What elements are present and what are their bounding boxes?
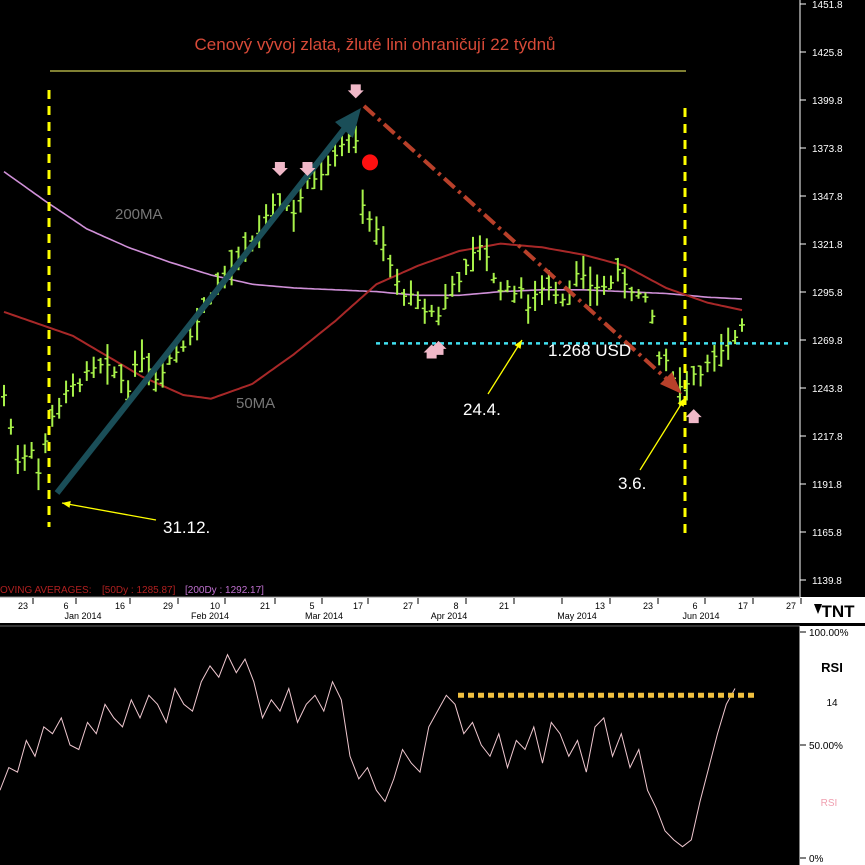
background (0, 0, 865, 865)
logo-text: TNT (821, 602, 855, 621)
y-tick-label: 1191.8 (812, 480, 842, 491)
ma50-label: 50MA (236, 395, 275, 412)
day-tick-label: 5 (309, 601, 314, 611)
y-tick-label: 1399.8 (812, 96, 843, 107)
day-tick-label: 16 (115, 601, 125, 611)
logo: TNT (812, 598, 865, 621)
rsi-sub-label: RSI (821, 798, 838, 809)
day-tick-label: 10 (210, 601, 220, 611)
y-tick-label: 1217.8 (812, 432, 843, 443)
day-tick-label: 21 (260, 601, 270, 611)
legend-ma200: [200Dy : 1292.17] (185, 585, 264, 596)
y-tick-label: 1243.8 (812, 384, 843, 395)
day-tick-label: 27 (786, 601, 796, 611)
rsi-period: 14 (826, 698, 838, 709)
day-tick-label: 6 (63, 601, 68, 611)
date-label-3: 3.6. (618, 474, 646, 493)
legend-label: OVING AVERAGES: (0, 585, 92, 596)
month-tick-label: Jan 2014 (64, 611, 101, 621)
y-tick-label: 1165.8 (812, 528, 842, 539)
day-tick-label: 17 (353, 601, 363, 611)
date-label-2: 24.4. (463, 400, 501, 419)
high-point-marker (362, 154, 378, 171)
day-tick-label: 27 (403, 601, 413, 611)
day-tick-label: 17 (738, 601, 748, 611)
month-tick-label: Jun 2014 (682, 611, 719, 621)
chart-title: Cenový vývoj zlata, žluté lini ohraničuj… (195, 35, 556, 54)
y-tick-label: 1451.8 (812, 0, 843, 11)
month-tick-label: Mar 2014 (305, 611, 343, 621)
y-tick-label: 1269.8 (812, 336, 843, 347)
day-tick-label: 8 (453, 601, 458, 611)
gold-chart: 1451.8 1425.8 1399.8 1373.8 1347.8 1321.8 1295… (0, 0, 865, 865)
month-tick-label: Apr 2014 (431, 611, 468, 621)
date-axis: 23 6 16 29 10 21 5 17 27 8 21 13 23 6 17 27 Jan 2014 Feb… (0, 596, 865, 623)
rsi-label: RSI (821, 660, 843, 675)
month-tick-label: Feb 2014 (191, 611, 229, 621)
y-tick-label: 1425.8 (812, 48, 843, 59)
rsi-tick-label: 0% (809, 854, 824, 865)
rsi-tick-label: 50.00% (809, 741, 843, 752)
day-tick-label: 29 (163, 601, 173, 611)
legend-ma50: [50Dy : 1285.87] (102, 585, 176, 596)
rsi-tick-label: 100.00% (809, 628, 849, 639)
day-tick-label: 13 (595, 601, 605, 611)
y-tick-label: 1321.8 (812, 240, 843, 251)
day-tick-label: 6 (692, 601, 697, 611)
y-tick-label: 1347.8 (812, 192, 843, 203)
support-label: 1.268 USD (548, 341, 631, 360)
date-label-1: 31.12. (163, 518, 210, 537)
ma200-label: 200MA (115, 206, 163, 223)
y-tick-label: 1373.8 (812, 144, 843, 155)
day-tick-label: 21 (499, 601, 509, 611)
y-tick-label: 1295.8 (812, 288, 843, 299)
day-tick-label: 23 (643, 601, 653, 611)
month-tick-label: May 2014 (557, 611, 597, 621)
day-tick-label: 23 (18, 601, 28, 611)
y-tick-label: 1139.8 (812, 576, 842, 587)
